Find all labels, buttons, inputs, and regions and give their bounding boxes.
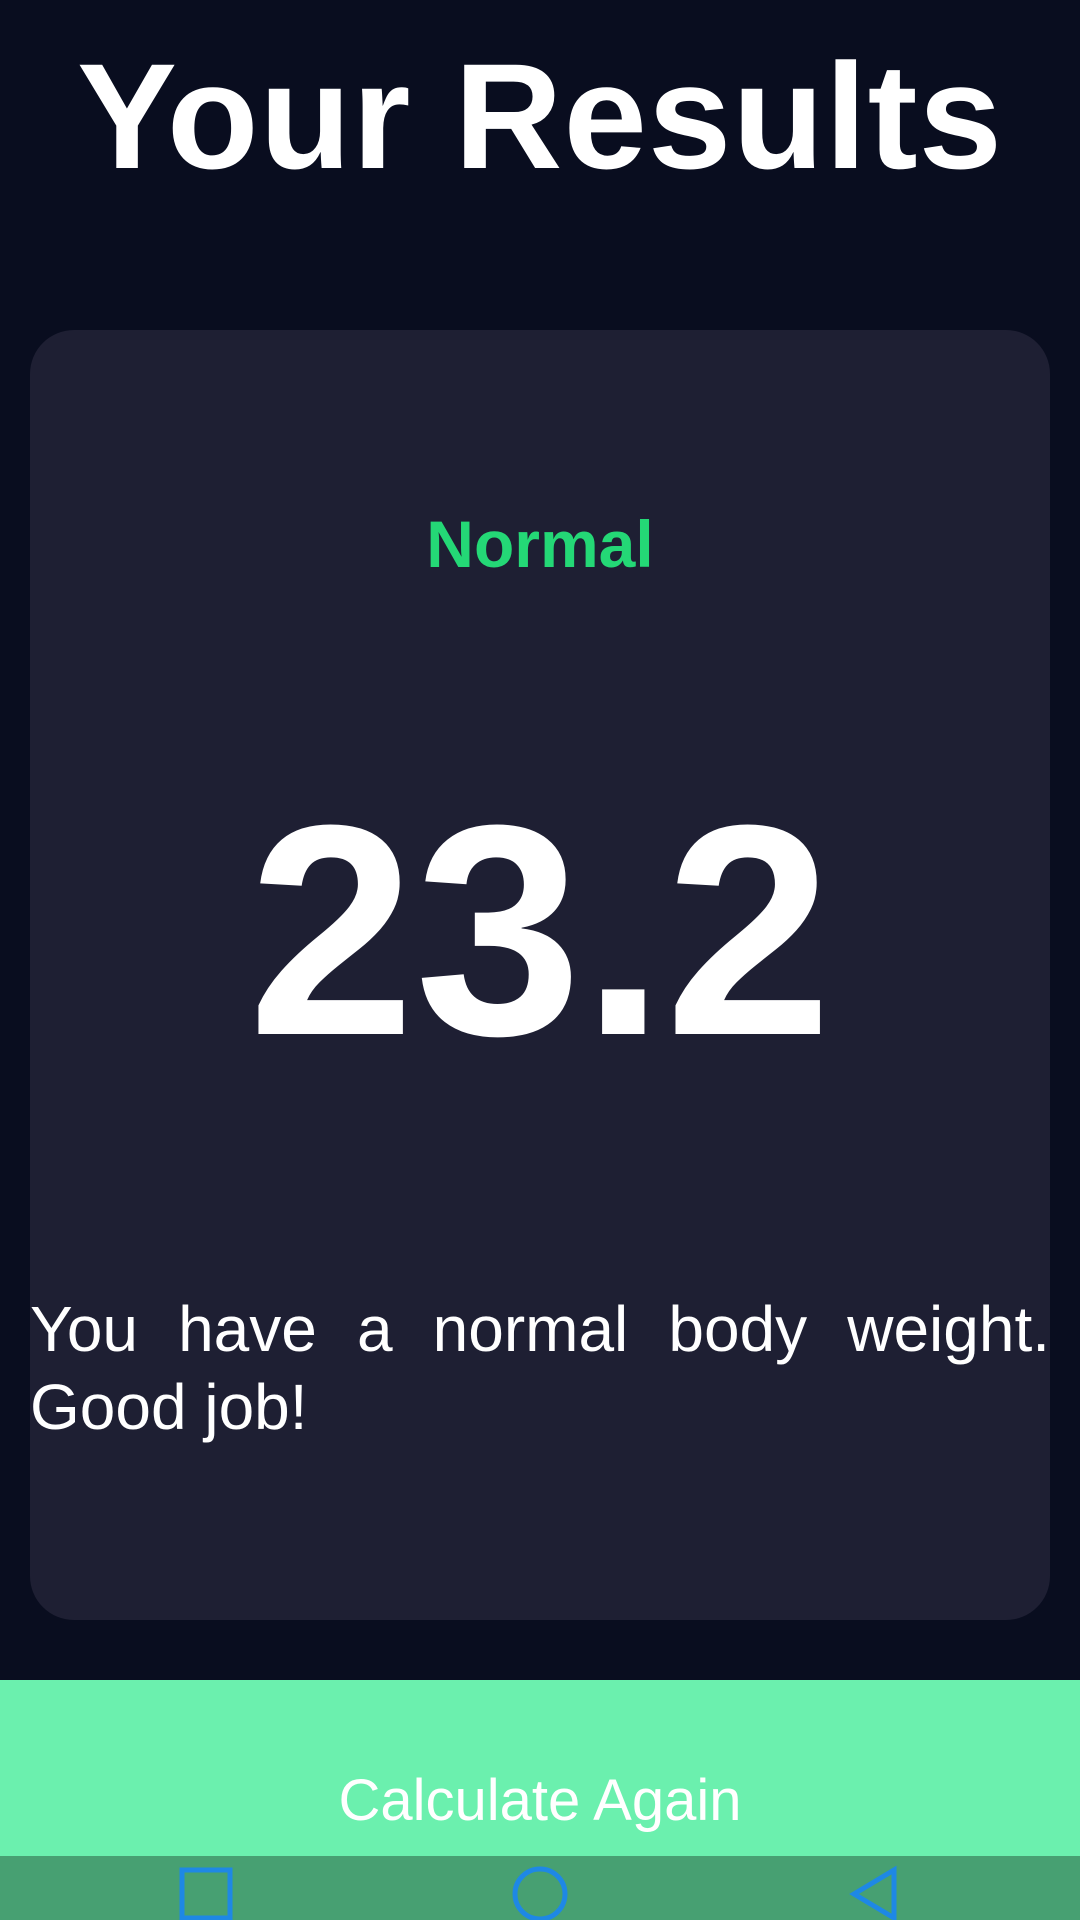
page-title: Your Results (76, 32, 1004, 200)
result-status: Normal (426, 507, 654, 581)
calculate-again-button[interactable]: Calculate Again (0, 1680, 1080, 1856)
recent-apps-icon[interactable] (174, 1862, 238, 1920)
home-icon[interactable] (508, 1862, 572, 1920)
calculate-again-label: Calculate Again (338, 1768, 742, 1833)
back-icon[interactable] (842, 1862, 906, 1920)
bmi-value: 23.2 (248, 762, 832, 1098)
system-nav-bar (0, 1856, 1080, 1920)
result-card: Normal 23.2 You have a normal body weigh… (30, 330, 1050, 1620)
result-message: You have a normal body weight. Good job! (30, 1293, 1050, 1443)
results-screen: Your Results Normal 23.2 You have a norm… (0, 0, 1080, 1920)
